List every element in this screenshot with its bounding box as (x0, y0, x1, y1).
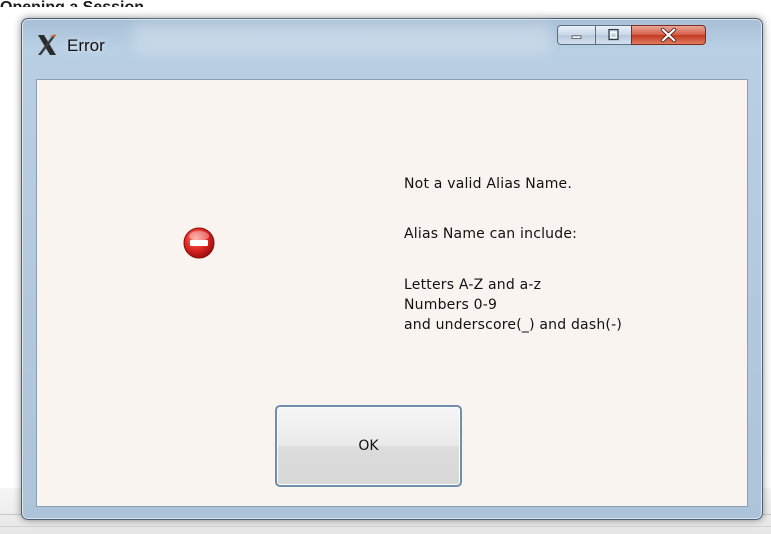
error-message-line: Letters A-Z and a-z (404, 277, 542, 293)
x-app-icon (35, 33, 59, 57)
dialog-title: Error (67, 36, 105, 55)
error-message-line: Alias Name can include: (404, 226, 578, 242)
ok-button[interactable]: OK (275, 405, 462, 487)
error-message-line: and underscore(_) and dash(-) (404, 317, 622, 333)
minimize-icon (571, 35, 582, 39)
error-dialog: Error Not a valid Alias Name. Alias Name… (21, 18, 763, 520)
close-button[interactable] (631, 25, 706, 45)
background-divider (0, 526, 771, 527)
maximize-button[interactable] (595, 25, 631, 45)
title-bar[interactable]: Error (22, 19, 762, 65)
error-message-line: Numbers 0-9 (404, 297, 498, 313)
error-stop-icon (182, 226, 216, 260)
close-icon (660, 27, 677, 43)
minimize-button[interactable] (557, 25, 595, 45)
background-window-title: Opening a Session (0, 0, 145, 16)
maximize-icon (608, 28, 619, 41)
dialog-content: Not a valid Alias Name. Alias Name can i… (36, 79, 748, 507)
error-message-line: Not a valid Alias Name. (404, 176, 573, 192)
